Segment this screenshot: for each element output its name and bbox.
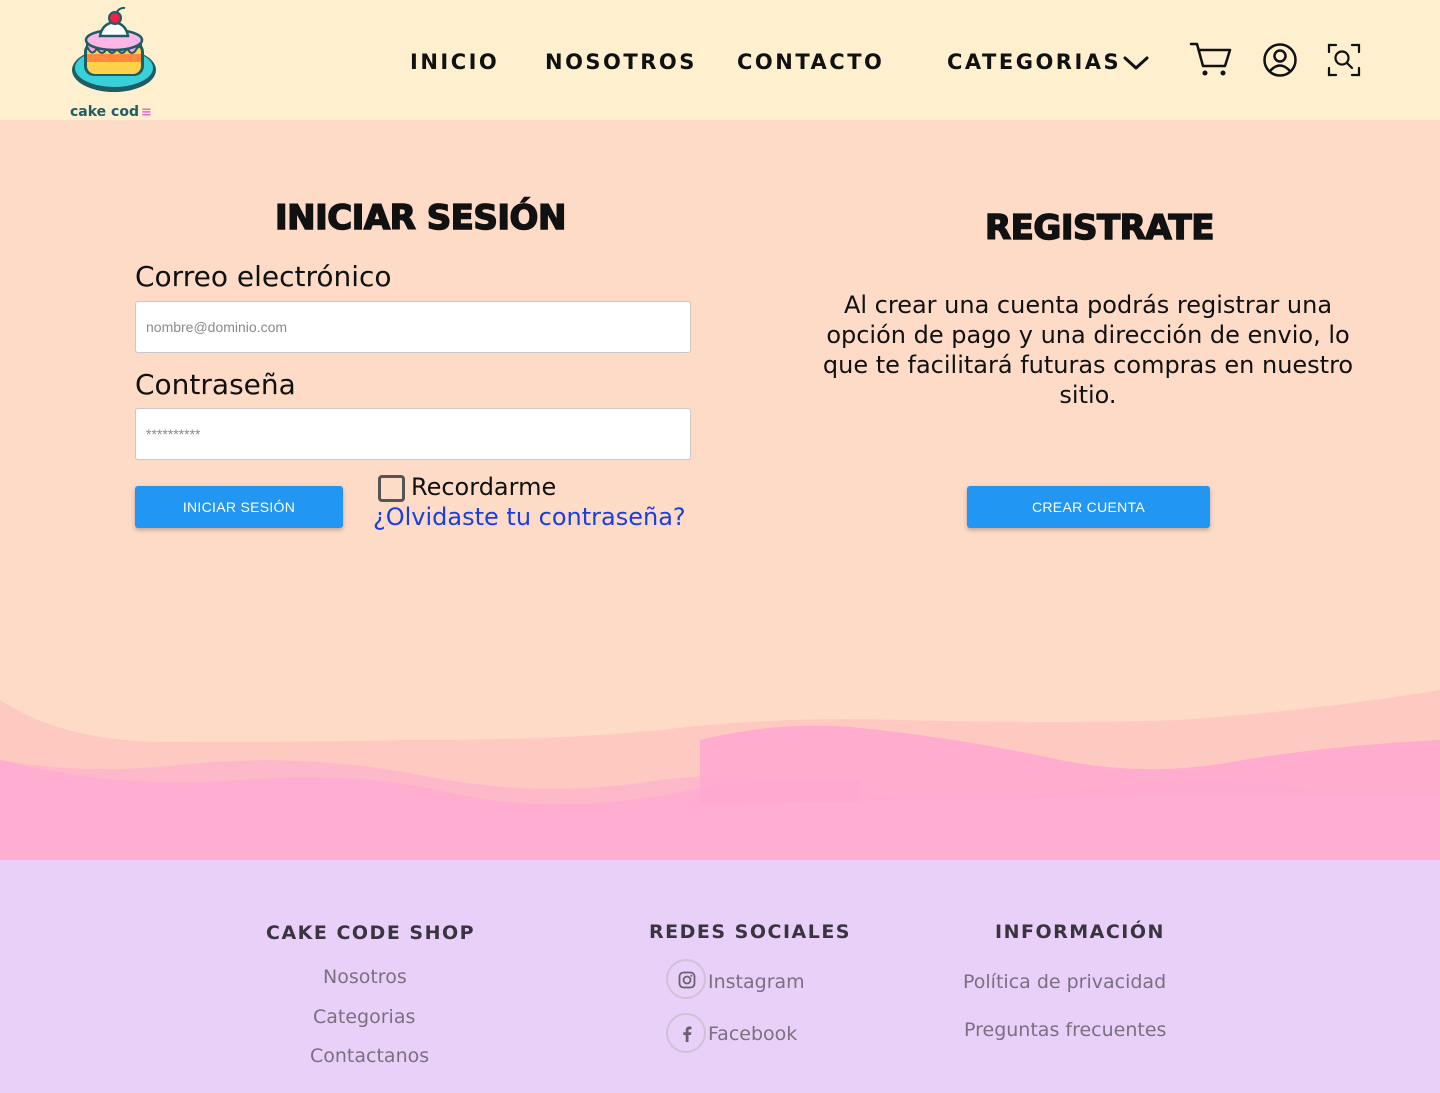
footer-link-categorias[interactable]: Categorias bbox=[313, 1006, 415, 1028]
password-field[interactable] bbox=[135, 408, 691, 460]
email-field[interactable] bbox=[135, 301, 691, 353]
instagram-icon[interactable] bbox=[666, 959, 706, 999]
remember-checkbox[interactable] bbox=[378, 475, 405, 502]
logo-text: cake cod ≡ bbox=[70, 104, 152, 120]
site-footer: CAKE CODE SHOP Nosotros Categorias Conta… bbox=[0, 860, 1440, 1093]
logo[interactable]: cake cod ≡ bbox=[66, 6, 162, 120]
footer-link-nosotros[interactable]: Nosotros bbox=[323, 966, 407, 988]
facebook-icon[interactable] bbox=[666, 1013, 706, 1053]
nav-nosotros[interactable]: NOSOTROS bbox=[545, 50, 697, 74]
decorative-waves bbox=[0, 690, 1440, 860]
remember-label: Recordarme bbox=[411, 473, 557, 501]
footer-shop-heading: CAKE CODE SHOP bbox=[266, 922, 476, 944]
cake-logo-icon bbox=[72, 6, 156, 92]
nav-categorias-label: CATEGORIAS bbox=[947, 50, 1122, 74]
footer-link-privacy[interactable]: Política de privacidad bbox=[963, 971, 1166, 993]
nav-contacto[interactable]: CONTACTO bbox=[737, 50, 884, 74]
nav-inicio[interactable]: INICIO bbox=[410, 50, 499, 74]
register-description: Al crear una cuenta podrás registrar una… bbox=[822, 291, 1354, 409]
footer-social-heading: REDES SOCIALES bbox=[649, 921, 851, 943]
footer-link-facebook[interactable]: Facebook bbox=[708, 1023, 797, 1045]
footer-link-instagram[interactable]: Instagram bbox=[708, 971, 805, 993]
footer-link-faq[interactable]: Preguntas frecuentes bbox=[964, 1019, 1166, 1041]
menu-icon[interactable]: ≡ bbox=[141, 105, 152, 120]
password-label: Contraseña bbox=[135, 368, 296, 401]
site-header: cake cod ≡ INICIO NOSOTROS CONTACTO CATEG… bbox=[0, 0, 1440, 120]
email-label: Correo electrónico bbox=[135, 260, 392, 293]
nav-categorias[interactable]: CATEGORIAS bbox=[947, 50, 1149, 74]
register-title: REGISTRATE bbox=[984, 207, 1215, 249]
scan-search-icon[interactable] bbox=[1327, 43, 1361, 81]
user-icon[interactable] bbox=[1262, 42, 1298, 82]
footer-info-heading: INFORMACIÓN bbox=[995, 921, 1165, 943]
auth-section: INICIAR SESIÓN Correo electrónico Contra… bbox=[0, 120, 1440, 860]
login-button[interactable]: INICIAR SESIÓN bbox=[135, 486, 343, 528]
login-title: INICIAR SESIÓN bbox=[274, 197, 567, 239]
chevron-down-icon bbox=[1123, 56, 1149, 70]
footer-link-contactanos[interactable]: Contactanos bbox=[310, 1045, 429, 1067]
create-account-button[interactable]: CREAR CUENTA bbox=[967, 486, 1210, 528]
forgot-password-link[interactable]: ¿Olvidaste tu contraseña? bbox=[373, 503, 686, 531]
cart-icon[interactable] bbox=[1189, 40, 1233, 82]
